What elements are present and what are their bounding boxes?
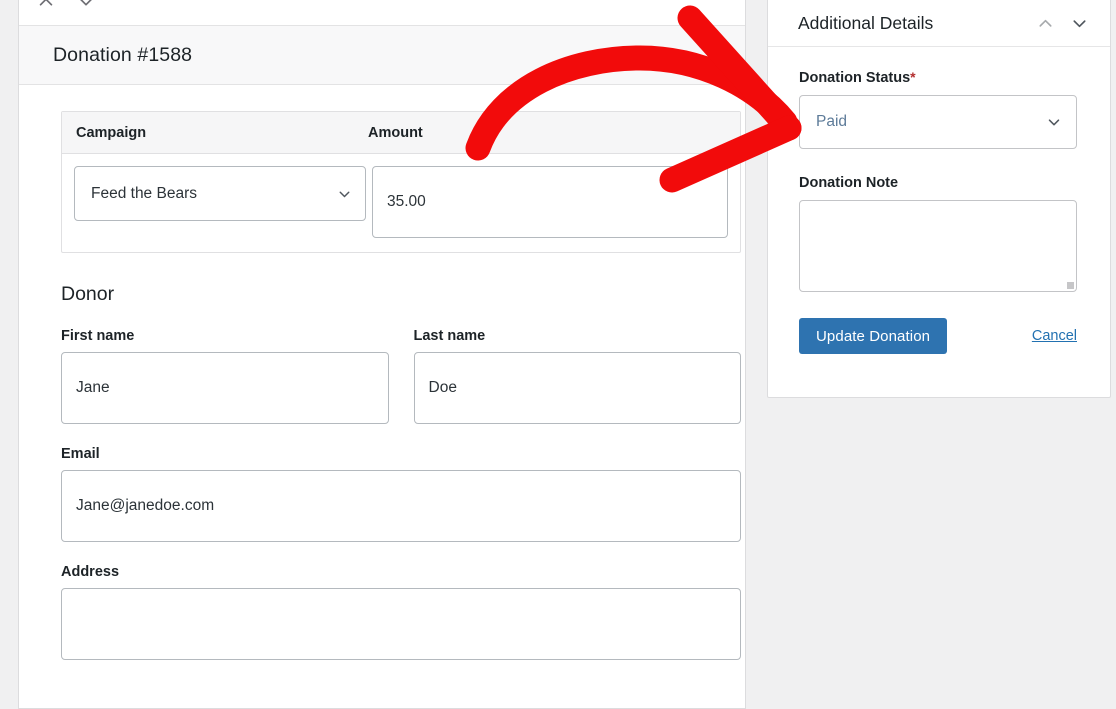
first-name-label: First name [61,328,135,344]
cancel-link[interactable]: Cancel [1032,328,1077,344]
donation-status-label-text: Donation Status [799,70,911,86]
donor-section-title: Donor [61,283,115,305]
amount-cell: 35.00 [366,166,728,238]
last-name-label: Last name [413,328,486,344]
resize-handle-icon[interactable] [1067,282,1074,289]
panel-header: Donation #1588 [19,26,745,85]
additional-details-body: Donation Status* Paid Donation Note Upda… [768,47,1110,354]
amount-input[interactable]: 35.00 [372,166,728,238]
campaign-select-value[interactable]: Feed the Bears [74,166,366,221]
first-name-group: First name Jane [61,306,389,424]
panel-body: Campaign Amount Feed the Bears 35.00 Don… [19,85,745,708]
column-header-amount: Amount [368,124,423,141]
campaign-select[interactable]: Feed the Bears [74,166,366,221]
column-header-campaign: Campaign [76,124,147,141]
donation-edit-panel: Donation #1588 Campaign Amount Feed the … [18,0,746,709]
update-donation-button[interactable]: Update Donation [799,318,948,354]
donation-note-textarea[interactable] [799,200,1077,292]
chevron-up-icon[interactable] [33,0,59,15]
email-input[interactable]: Jane@janedoe.com [61,470,741,542]
additional-details-card: Additional Details Donation Status* Paid… [767,0,1111,398]
donor-name-row: First name Jane Last name Doe [61,306,741,424]
email-label: Email [61,446,100,462]
sidebar-column: Additional Details Donation Status* Paid… [767,0,1111,709]
additional-details-header: Additional Details [768,0,1110,47]
chevron-up-icon[interactable] [1032,11,1058,37]
chevron-down-icon[interactable] [73,0,99,15]
donation-note-label: Donation Note [799,175,899,191]
panel-toolbar [19,0,745,26]
form-actions: Update Donation Cancel [799,318,1077,354]
chevron-down-icon[interactable] [1066,11,1092,37]
campaign-cell: Feed the Bears [74,166,366,221]
email-group: Email Jane@janedoe.com [61,446,741,542]
first-name-input[interactable]: Jane [61,352,389,424]
last-name-group: Last name Doe [413,306,741,424]
table-row: Feed the Bears 35.00 [62,154,740,252]
table-header-row: Campaign Amount [62,112,740,154]
address-label: Address [61,564,120,580]
last-name-input[interactable]: Doe [413,352,741,424]
additional-details-title: Additional Details [798,13,934,33]
required-asterisk: * [910,69,916,85]
donation-status-value: Paid [816,113,848,130]
line-items-table: Campaign Amount Feed the Bears 35.00 [61,111,741,253]
donation-status-select[interactable]: Paid [799,95,1077,149]
page-title: Donation #1588 [53,43,193,66]
screen-root: Donation #1588 Campaign Amount Feed the … [0,0,1116,709]
card-header-controls [1032,11,1092,37]
donation-status-label: Donation Status* [799,69,1077,86]
address-group: Address [61,564,741,660]
address-input[interactable] [61,588,741,660]
chevron-down-icon [1045,113,1063,131]
